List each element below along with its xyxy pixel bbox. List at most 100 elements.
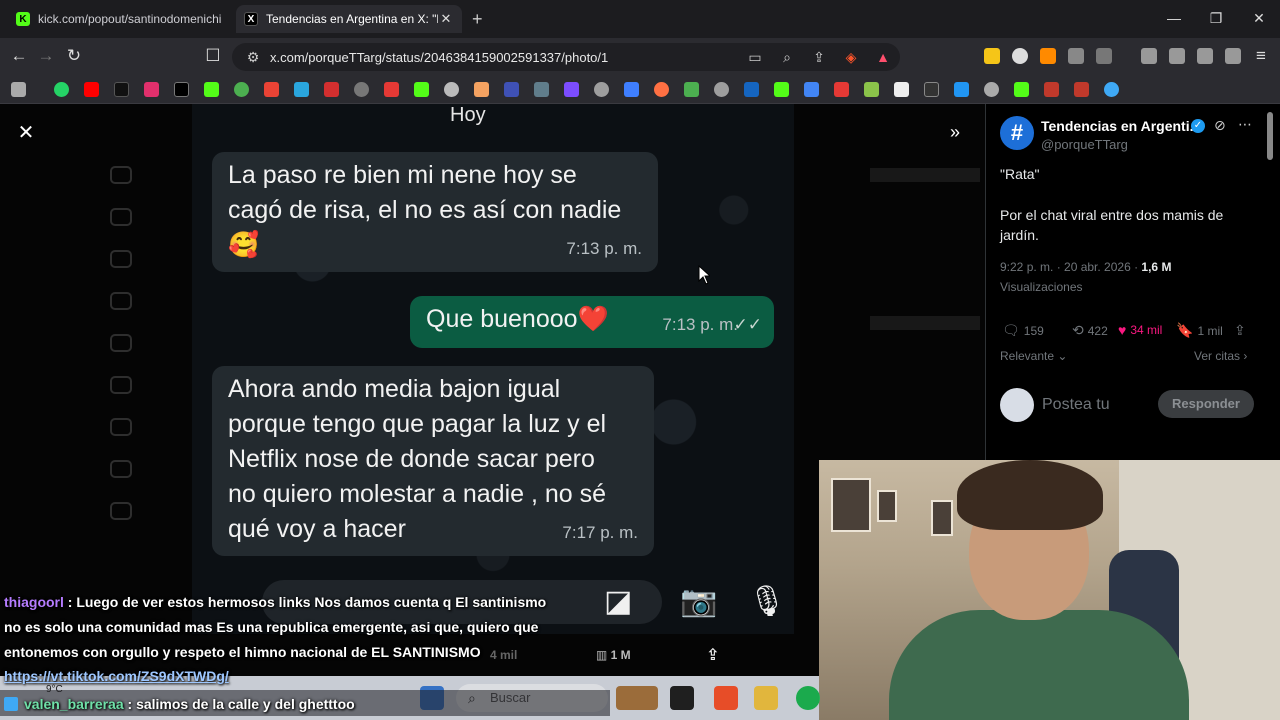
bookmark-icon-22[interactable] xyxy=(684,82,699,97)
kick-bookmark-icon[interactable] xyxy=(204,82,219,97)
bookmark-tweet-button[interactable]: 🔖 1 mil xyxy=(1176,322,1223,339)
vpn-icon[interactable] xyxy=(1225,48,1241,64)
menu-icon[interactable]: ≡ xyxy=(1250,46,1272,66)
brave-taskbar-icon[interactable] xyxy=(714,686,738,710)
bookmark-icon-31[interactable] xyxy=(954,82,969,97)
author-avatar[interactable]: # xyxy=(1000,116,1034,150)
bookmark-icon-21[interactable] xyxy=(654,82,669,97)
bookmark-filled-icon: 🔖 xyxy=(1176,322,1194,338)
reload-icon[interactable]: ↻ xyxy=(63,46,85,66)
bookmark-icon-12[interactable] xyxy=(384,82,399,97)
sidebar-toggle-icon[interactable] xyxy=(1141,48,1157,64)
bookmark-icon-17[interactable] xyxy=(534,82,549,97)
site-info-icon[interactable]: ⚙ xyxy=(244,49,262,66)
brave-shield-icon[interactable]: ◈ xyxy=(842,49,860,66)
wallet-extension-icon[interactable] xyxy=(984,48,1000,64)
maximize-icon[interactable]: ❐ xyxy=(1206,10,1226,27)
bookmark-icon-28[interactable] xyxy=(864,82,879,97)
back-icon[interactable]: ← xyxy=(8,46,30,66)
media-extension-icon[interactable] xyxy=(1040,48,1056,64)
spotify-icon[interactable] xyxy=(796,686,820,710)
cast-icon[interactable]: ▭ xyxy=(746,49,764,66)
repost-button[interactable]: ⟲ 422 xyxy=(1072,322,1108,339)
tweet-panel: # Tendencias en Argenti... ✓ ⊘ ⋯ @porque… xyxy=(985,104,1265,460)
bookmark-icon-11[interactable] xyxy=(354,82,369,97)
author-handle[interactable]: @porqueTTarg xyxy=(1041,137,1128,152)
bookmark-icon-9[interactable] xyxy=(294,82,309,97)
x-bookmark-icon[interactable] xyxy=(174,82,189,97)
message-line: cagó de risa, el no es así con nadie xyxy=(228,196,622,224)
bookmark-icon-32[interactable] xyxy=(984,82,999,97)
bookmark-icon-36[interactable] xyxy=(1104,82,1119,97)
more-options-icon[interactable]: ⋯ xyxy=(1238,116,1252,133)
message-time: 7:13 p. m. xyxy=(566,239,642,258)
bookmark-icon-10[interactable] xyxy=(324,82,339,97)
wallet-icon[interactable] xyxy=(1169,48,1185,64)
bookmark-icon-13[interactable] xyxy=(414,82,429,97)
share-tweet-button[interactable]: ⇪ xyxy=(1234,322,1250,339)
like-button[interactable]: ♥ 34 mil xyxy=(1118,322,1162,338)
repost-icon: ⟲ xyxy=(1072,322,1084,338)
bookmark-icon-26[interactable] xyxy=(804,82,819,97)
bookmark-icon-7[interactable] xyxy=(234,82,249,97)
bookmark-icon[interactable]: ☐ xyxy=(202,46,224,66)
brave-rewards-icon[interactable]: ▲ xyxy=(874,49,892,65)
minimize-icon[interactable]: — xyxy=(1164,10,1184,26)
whatsapp-bookmark-icon[interactable] xyxy=(54,82,69,97)
reply-sort-dropdown[interactable]: Relevante ⌄ xyxy=(1000,349,1067,363)
streamer-hair xyxy=(957,460,1103,530)
share-icon[interactable]: ⇪ xyxy=(810,49,828,66)
bookmark-icon-16[interactable] xyxy=(504,82,519,97)
address-bar[interactable]: ⚙ x.com/porqueTTarg/status/2046384159002… xyxy=(232,43,900,71)
bookmark-icon-15[interactable] xyxy=(474,82,489,97)
bookmark-icon-35[interactable] xyxy=(1074,82,1089,97)
bookmark-icon-33[interactable] xyxy=(1014,82,1029,97)
forward-icon[interactable]: → xyxy=(35,46,57,66)
gmail-bookmark-icon[interactable] xyxy=(264,82,279,97)
view-quotes-link[interactable]: Ver citas › xyxy=(1194,349,1247,363)
apps-grid-icon[interactable] xyxy=(11,82,26,97)
tab-kick[interactable]: K kick.com/popout/santinodomenichi xyxy=(8,5,230,33)
reply-submit-button[interactable]: Responder xyxy=(1158,390,1254,418)
widgets-icon[interactable] xyxy=(616,686,658,710)
author-name[interactable]: Tendencias en Argenti... xyxy=(1041,118,1201,134)
tiktok-bookmark-icon[interactable] xyxy=(114,82,129,97)
reply-button[interactable]: 🗨 159 xyxy=(1002,322,1044,339)
screenshot-extension-icon[interactable] xyxy=(1096,48,1112,64)
bookmark-icon-14[interactable] xyxy=(444,82,459,97)
bookmark-icon-29[interactable] xyxy=(894,82,909,97)
chat-username: thiagoorl xyxy=(4,594,64,610)
bookmark-icon-20[interactable] xyxy=(624,82,639,97)
play-extension-icon[interactable] xyxy=(1012,48,1028,64)
task-view-icon[interactable] xyxy=(670,686,694,710)
bookmark-icon-24[interactable] xyxy=(744,82,759,97)
close-photo-icon[interactable]: ✕ xyxy=(16,120,36,145)
tweet-timestamp[interactable]: 9:22 p. m. · 20 abr. 2026 · 1,6 M xyxy=(1000,260,1171,274)
bookmark-icon-18[interactable] xyxy=(564,82,579,97)
verified-badge-icon: ✓ xyxy=(1191,119,1205,133)
bookmark-icon-23[interactable] xyxy=(714,82,729,97)
zoom-icon[interactable]: ⌕ xyxy=(778,49,796,66)
instagram-bookmark-icon[interactable] xyxy=(144,82,159,97)
youtube-bookmark-icon[interactable] xyxy=(84,82,99,97)
puzzle-extensions-icon[interactable] xyxy=(1068,48,1084,64)
bookmark-icon-27[interactable] xyxy=(834,82,849,97)
new-tab-icon[interactable]: + xyxy=(472,9,483,30)
close-tab-icon[interactable]: ✕ xyxy=(438,11,454,27)
panel-scrollbar[interactable] xyxy=(1267,112,1273,160)
leo-ai-icon[interactable] xyxy=(1197,48,1213,64)
expand-panel-icon[interactable]: » xyxy=(950,122,960,143)
reply-input[interactable]: Postea tu xyxy=(1042,396,1110,414)
file-explorer-icon[interactable] xyxy=(754,686,778,710)
chat-link[interactable]: https://vt.tiktok.com/ZS9dXTWDg/ xyxy=(4,664,229,689)
ghost-views-count: ▥ 1 M xyxy=(596,648,631,662)
bookmark-icon-25[interactable] xyxy=(774,82,789,97)
close-window-icon[interactable]: ✕ xyxy=(1249,10,1269,27)
bookmark-icon-30[interactable] xyxy=(924,82,939,97)
message-line: Netflix nose de donde sacar pero xyxy=(228,445,595,473)
grok-icon[interactable]: ⊘ xyxy=(1214,117,1226,134)
message-time: 7:17 p. m. xyxy=(562,523,638,542)
bookmark-icon-19[interactable] xyxy=(594,82,609,97)
bookmark-icon-34[interactable] xyxy=(1044,82,1059,97)
tab-x-status[interactable]: X Tendencias en Argentina en X: "R ✕ xyxy=(236,5,462,33)
